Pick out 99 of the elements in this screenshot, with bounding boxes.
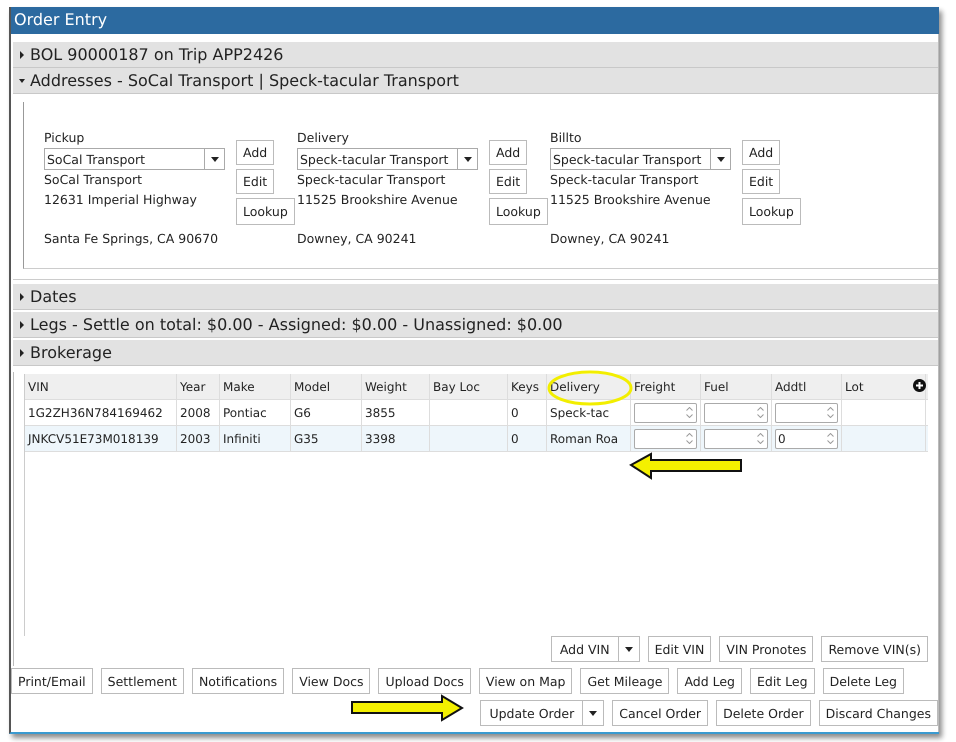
column-header[interactable]: Weight — [362, 374, 430, 399]
address-name: SoCal Transport — [44, 171, 144, 189]
action-button[interactable]: Cancel Order — [612, 700, 708, 726]
address-city: Downey, CA 90241 — [550, 230, 670, 248]
column-header[interactable]: Year — [177, 374, 220, 399]
spinner-icon — [757, 407, 764, 418]
caret-right-icon — [19, 292, 25, 300]
number-field[interactable] — [775, 402, 838, 422]
table-cell: Infiniti — [220, 426, 291, 451]
address-button[interactable]: Edit — [236, 169, 274, 194]
column-header[interactable]: Make — [220, 374, 291, 399]
address-button[interactable]: Lookup — [236, 198, 295, 225]
caret-down-icon — [19, 76, 25, 84]
action-button[interactable]: Remove VIN(s) — [821, 636, 928, 662]
table-cell: 3398 — [362, 426, 430, 451]
arrow-left-icon — [629, 452, 745, 482]
column-header[interactable]: Fuel — [701, 374, 772, 399]
field-label: Delivery — [297, 129, 350, 147]
action-button[interactable]: Delete Order — [716, 700, 811, 726]
number-field[interactable] — [704, 428, 768, 448]
caret-down-icon — [589, 710, 598, 716]
table-cell: Roman Roa — [547, 426, 631, 451]
arrow-right-icon — [350, 694, 464, 724]
address-dropdown[interactable]: Speck-tacular Transport — [297, 148, 478, 170]
caret-down-icon — [210, 156, 218, 162]
spinner-icon — [827, 433, 834, 444]
action-button[interactable]: Delete Leg — [822, 668, 904, 694]
column-header[interactable]: Bay Loc — [430, 374, 508, 399]
table-cell: JNKCV51E73M018139 — [25, 426, 177, 451]
table-row[interactable]: JNKCV51E73M018139 2003 Infiniti G35 3398 0 Roman Roa 0 — [25, 426, 928, 452]
action-button[interactable]: Print/Email — [11, 668, 93, 694]
table-cell: G35 — [291, 426, 362, 451]
spinner-icon — [686, 433, 693, 444]
add-circle-icon[interactable] — [913, 379, 926, 392]
column-header[interactable]: Addtl — [772, 374, 842, 399]
spinner-icon — [757, 433, 764, 444]
address-button[interactable]: Edit — [489, 169, 528, 194]
number-field[interactable] — [634, 402, 697, 422]
table-cell: Speck-tac — [547, 400, 631, 425]
caret-right-icon — [19, 348, 25, 356]
address-street: 12631 Imperial Highway — [44, 191, 198, 209]
action-button[interactable]: Edit Leg — [750, 668, 815, 694]
caret-down-icon — [624, 646, 633, 652]
field-label: Pickup — [44, 129, 86, 147]
address-city: Downey, CA 90241 — [297, 230, 418, 248]
split-button[interactable]: Add VIN — [550, 636, 640, 662]
table-cell: 0 — [508, 400, 547, 425]
action-button[interactable]: Add Leg — [677, 668, 742, 694]
action-button[interactable]: Discard Changes — [818, 700, 938, 726]
address-street: 11525 Brookshire Avenue — [550, 191, 712, 209]
address-dropdown[interactable]: Speck-tacular Transport — [550, 148, 731, 170]
action-button[interactable]: Notifications — [192, 668, 284, 694]
caret-right-icon — [19, 50, 25, 58]
address-button[interactable]: Lookup — [489, 198, 548, 225]
address-city: Santa Fe Springs, CA 90670 — [44, 230, 220, 248]
action-button[interactable]: View on Map — [478, 668, 572, 694]
section-header[interactable]: Dates — [13, 284, 938, 310]
column-header[interactable]: Model — [291, 374, 362, 399]
table-cell: 2008 — [177, 400, 220, 425]
section-header[interactable]: Brokerage — [13, 340, 938, 366]
address-button[interactable]: Edit — [742, 169, 780, 194]
caret-down-icon — [464, 156, 472, 162]
split-button[interactable]: Update Order — [480, 700, 604, 726]
action-button[interactable]: Upload Docs — [378, 668, 471, 694]
number-field[interactable]: 0 — [775, 428, 838, 448]
field-label: Billto — [550, 129, 583, 147]
address-name: Speck-tacular Transport — [297, 171, 446, 189]
address-button[interactable]: Add — [489, 140, 528, 165]
number-field[interactable] — [634, 428, 697, 448]
spinner-icon — [827, 407, 834, 418]
section-header[interactable]: BOL 90000187 on Trip APP2426 — [13, 42, 938, 68]
address-button[interactable]: Add — [236, 140, 274, 165]
action-button[interactable]: View Docs — [292, 668, 370, 694]
action-button[interactable]: Settlement — [100, 668, 184, 694]
table-row[interactable]: 1G2ZH36N784169462 2008 Pontiac G6 3855 0 Speck-tac — [25, 400, 928, 426]
number-field[interactable] — [704, 402, 768, 422]
column-header[interactable]: VIN — [25, 374, 177, 399]
table-cell: 1G2ZH36N784169462 — [25, 400, 177, 425]
action-button[interactable]: VIN Pronotes — [719, 636, 814, 662]
section-header[interactable]: Legs - Settle on total: $0.00 - Assigned: $0.00 - Unassigned: $0.00 — [13, 312, 938, 338]
spinner-icon — [686, 407, 693, 418]
address-name: Speck-tacular Transport — [550, 171, 700, 189]
address-street: 11525 Brookshire Avenue — [297, 191, 459, 209]
section-header[interactable]: Addresses - SoCal Transport | Speck-tacular Transport — [13, 68, 938, 94]
action-button[interactable]: Edit VIN — [648, 636, 712, 662]
address-button[interactable]: Lookup — [742, 198, 801, 225]
caret-right-icon — [19, 320, 25, 328]
table-cell: 0 — [508, 426, 547, 451]
window-title: Order Entry — [11, 7, 939, 34]
address-button[interactable]: Add — [742, 140, 780, 165]
table-cell: G6 — [291, 400, 362, 425]
table-cell: Pontiac — [220, 400, 291, 425]
action-button[interactable]: Get Mileage — [580, 668, 670, 694]
caret-down-icon — [716, 156, 724, 162]
column-header[interactable]: Freight — [631, 374, 701, 399]
address-dropdown[interactable]: SoCal Transport — [44, 148, 225, 170]
table-cell: 3855 — [362, 400, 430, 425]
table-cell: 2003 — [177, 426, 220, 451]
column-header[interactable]: Keys — [508, 374, 547, 399]
